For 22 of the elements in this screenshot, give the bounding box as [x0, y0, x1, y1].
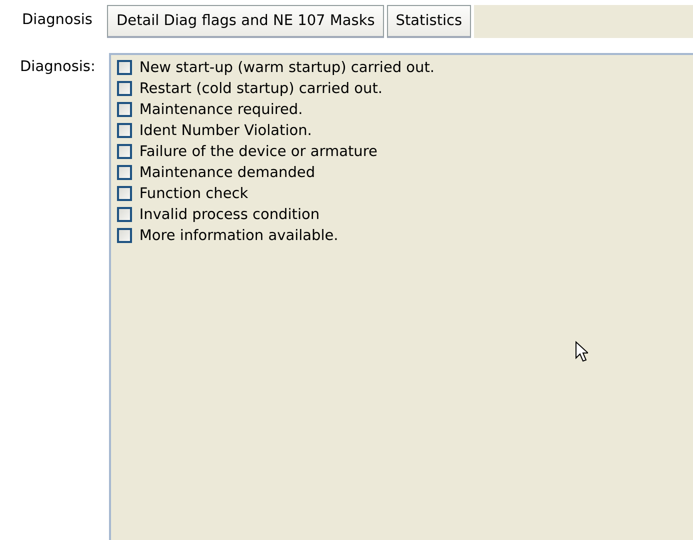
tab[interactable]: Statistics	[386, 5, 472, 38]
checkbox[interactable]	[117, 228, 132, 243]
tab[interactable]: Detail Diag flags and NE 107 Masks	[107, 5, 384, 38]
checkbox-label: More information available.	[139, 228, 338, 244]
checkbox-label: Restart (cold startup) carried out.	[139, 80, 383, 96]
checkbox-label: Ident Number Violation.	[139, 122, 312, 138]
checkbox-label: Maintenance demanded	[139, 164, 316, 180]
checkbox[interactable]	[117, 81, 132, 96]
checkbox-label: New start-up (warm startup) carried out.	[139, 60, 435, 76]
checkbox-label: Failure of the device or armature	[139, 144, 378, 160]
checkbox-label: Invalid process condition	[139, 206, 320, 222]
field-label: Diagnosis:	[20, 58, 96, 77]
checkbox-label: Function check	[139, 186, 248, 202]
checkbox[interactable]	[117, 144, 132, 159]
checkbox[interactable]	[117, 207, 132, 222]
checkbox[interactable]	[117, 165, 132, 180]
checkbox[interactable]	[117, 60, 132, 75]
checkbox[interactable]	[117, 186, 132, 201]
checkbox[interactable]	[117, 102, 132, 117]
checkbox-label: Maintenance required.	[139, 102, 303, 118]
cursor-icon	[575, 341, 588, 363]
checkbox[interactable]	[117, 123, 132, 138]
